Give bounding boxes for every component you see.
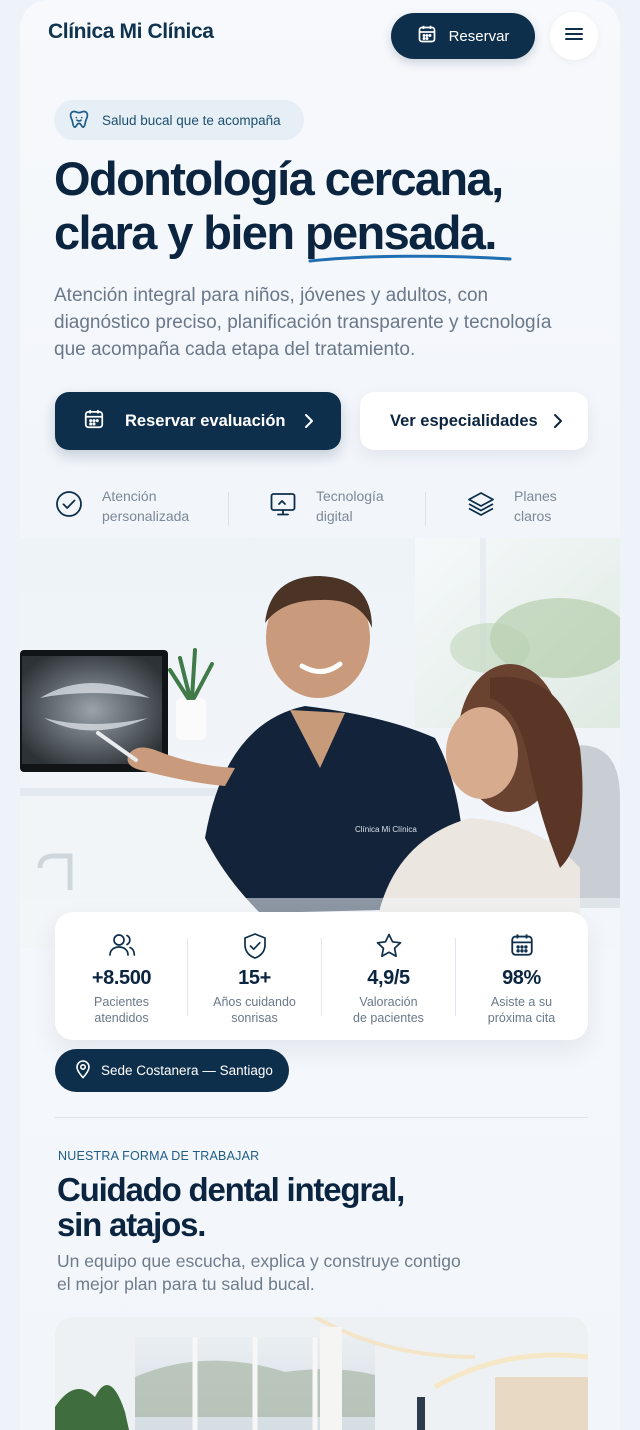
feature-line2: personalizada <box>102 508 190 524</box>
feature-line1: Planes <box>514 488 557 504</box>
section-divider <box>55 1117 588 1118</box>
hero-badge: Salud bucal que te acompaña <box>54 100 304 140</box>
menu-button[interactable] <box>550 12 598 60</box>
hero-subtitle: Atención integral para niños, jóvenes y … <box>54 285 552 360</box>
calendar-icon <box>509 932 535 963</box>
section-subtitle-line2: el mejor plan para tu salud bucal. <box>57 1274 315 1294</box>
shield-check-icon <box>242 932 268 965</box>
reserve-evaluation-button[interactable]: Reservar evaluación <box>55 392 341 450</box>
divider <box>228 492 229 526</box>
feature-line1: Tecnología <box>316 488 384 504</box>
stat-label-line1: Pacientes <box>94 995 149 1009</box>
site-header: Clínica Mi Clínica Reservar <box>20 0 620 72</box>
stat-label: Asiste a su próxima cita <box>455 994 588 1026</box>
feature-line2: digital <box>316 508 353 524</box>
section-title: Cuidado dental integral, sin atajos. <box>57 1172 477 1242</box>
stat-value: +8.500 <box>91 967 152 989</box>
stat-years: 15+ Años cuidando sonrisas <box>188 912 321 1040</box>
check-circle-icon <box>54 489 84 524</box>
section-subtitle-line1: Un equipo que escucha, explica y constru… <box>57 1251 461 1271</box>
monitor-icon <box>268 489 298 524</box>
stat-label-line2: próxima cita <box>487 1011 556 1025</box>
feature-item-technology: Tecnología digital <box>268 486 384 526</box>
stat-value: 98% <box>502 967 541 989</box>
chevron-right-icon <box>303 411 315 436</box>
section-title-line2: sin atajos. <box>57 1206 206 1243</box>
title-underline <box>308 254 512 263</box>
section-subtitle: Un equipo que escucha, explica y constru… <box>57 1250 497 1296</box>
feature-list: Atención personalizada Tecnología digita… <box>54 486 594 530</box>
location-badge[interactable]: Sede Costanera — Santiago <box>55 1049 289 1092</box>
view-specialties-label: Ver especialidades <box>390 411 538 430</box>
stat-value: 15+ <box>238 967 271 989</box>
divider <box>425 492 426 526</box>
clinic-interior-image <box>55 1317 588 1430</box>
feature-line1: Atención <box>102 488 157 504</box>
hero-badge-label: Salud bucal que te acompaña <box>102 112 281 128</box>
menu-icon <box>564 26 584 47</box>
stat-label-line1: Años cuidando <box>213 995 296 1009</box>
stat-label: Pacientes atendidos <box>55 994 188 1026</box>
stat-patients: +8.500 Pacientes atendidos <box>55 912 188 1040</box>
calendar-icon <box>417 24 437 48</box>
feature-item-personalized: Atención personalizada <box>54 486 189 526</box>
brand-logo[interactable]: Clínica Mi Clínica <box>48 20 214 44</box>
section-eyebrow: NUESTRA FORMA DE TRABAJAR <box>58 1149 260 1163</box>
stat-label: Años cuidando sonrisas <box>188 994 321 1026</box>
feature-line2: claros <box>514 508 552 524</box>
header-reserve-button[interactable]: Reservar <box>391 13 535 59</box>
stat-attendance: 98% Asiste a su próxima cita <box>455 912 588 1040</box>
view-specialties-button[interactable]: Ver especialidades <box>360 392 588 450</box>
hero-title: Odontología cercana, clara y bien pensad… <box>54 152 594 260</box>
dentist-consultation-image: Clínica Mi Clínica <box>20 538 620 948</box>
header-reserve-label: Reservar <box>448 27 510 45</box>
stat-label: Valoración de pacientes <box>322 994 455 1026</box>
users-icon <box>108 932 136 963</box>
chevron-right-icon <box>552 411 564 436</box>
section-title-line1: Cuidado dental integral, <box>57 1171 405 1208</box>
star-icon <box>375 932 403 965</box>
reserve-evaluation-label: Reservar evaluación <box>125 411 286 430</box>
location-label: Sede Costanera — Santiago <box>101 1063 273 1078</box>
stat-label-line1: Valoración <box>359 995 418 1009</box>
scrub-logo-text: Clínica Mi Clínica <box>355 825 417 834</box>
map-pin-icon <box>75 1059 91 1082</box>
calendar-icon <box>83 408 105 435</box>
hero-title-line1: Odontología cercana, <box>54 152 504 205</box>
stat-label-line2: atendidos <box>94 1011 149 1025</box>
layers-icon <box>466 489 496 524</box>
stat-label-line1: Asiste a su <box>490 995 553 1009</box>
stat-label-line2: de pacientes <box>353 1011 424 1025</box>
stat-value: 4,9/5 <box>367 967 410 989</box>
feature-item-plans: Planes claros <box>466 486 557 526</box>
page: Clínica Mi Clínica Reservar Salud bucal … <box>20 0 620 1430</box>
stat-rating: 4,9/5 Valoración de pacientes <box>322 912 455 1040</box>
stats-card: +8.500 Pacientes atendidos 15+ Años cuid… <box>55 912 588 1040</box>
tooth-icon <box>68 108 90 133</box>
stat-label-line2: sonrisas <box>231 1011 278 1025</box>
